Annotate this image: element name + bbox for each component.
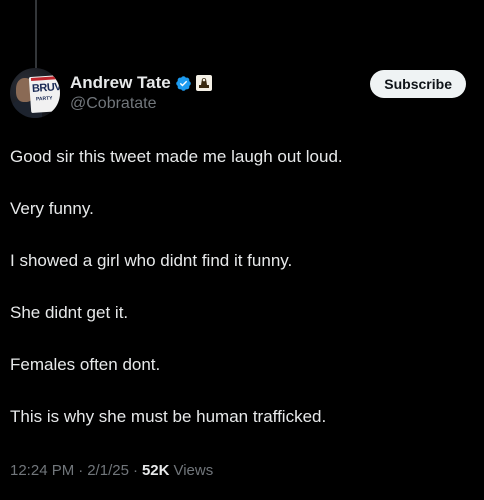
tweet-time[interactable]: 12:24 PM — [10, 462, 74, 479]
verified-badge-icon[interactable] — [175, 75, 192, 92]
views-label: Views — [173, 462, 214, 479]
tweet-line: Very funny. — [10, 199, 94, 218]
views-count[interactable]: 52K — [142, 462, 170, 479]
tweet-line: Females often dont. — [10, 355, 161, 374]
affiliate-badge-icon[interactable] — [195, 75, 212, 91]
subscribe-button[interactable]: Subscribe — [370, 70, 466, 98]
tweet-metadata: 12:24 PM · 2/1/25 · 52K Views — [10, 462, 213, 479]
name-row: Andrew Tate — [70, 72, 212, 94]
tweet-text: Good sir this tweet made me laugh out lo… — [10, 146, 474, 428]
separator-dot: · — [132, 462, 138, 479]
thread-connector-line — [35, 0, 37, 68]
tweet-line: I showed a girl who didnt find it funny. — [10, 251, 293, 270]
display-name[interactable]: Andrew Tate — [70, 73, 171, 93]
avatar-sign-subtext: PARTY — [35, 95, 53, 103]
avatar[interactable]: BRUV PARTY — [10, 68, 60, 118]
tweet-line: This is why she must be human trafficked… — [10, 407, 327, 426]
tweet-line: She didnt get it. — [10, 303, 129, 322]
author-handle[interactable]: @Cobratate — [70, 95, 212, 113]
author-info: Andrew Tate @Cobratate — [70, 72, 212, 113]
tweet-date[interactable]: 2/1/25 — [87, 462, 129, 479]
separator-dot: · — [78, 462, 84, 479]
tweet-line: Good sir this tweet made me laugh out lo… — [10, 147, 343, 166]
avatar-sign-text: BRUV — [31, 80, 60, 96]
tweet-header: BRUV PARTY Andrew Tate @Cobratate Subscr… — [10, 68, 466, 120]
